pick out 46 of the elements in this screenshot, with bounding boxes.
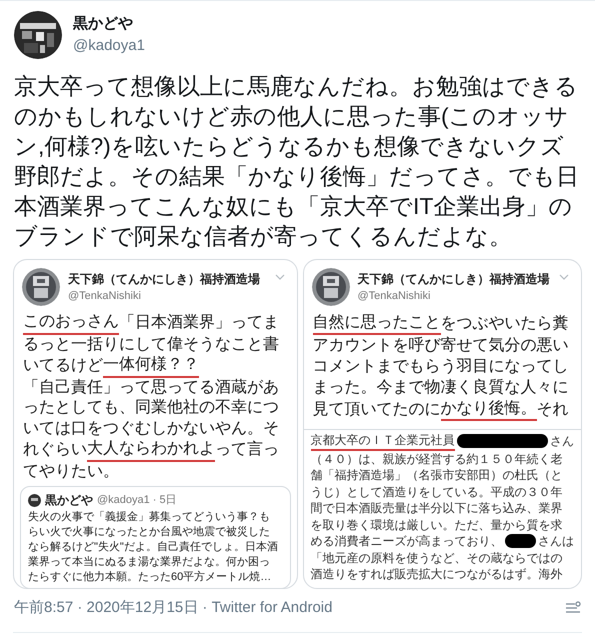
card-text: てやりたい。: [23, 462, 119, 482]
quote-meta: @kadoya1 · 5日: [97, 492, 177, 508]
card-text: コメントまでもらう羽目になってし: [312, 357, 568, 377]
card-text: を取り巻く環境は厳しい。ただ、量から質を求: [310, 516, 562, 533]
card-text: れぐらい: [23, 440, 87, 460]
card-text: める消費者ニーズが高まっており、: [310, 533, 502, 550]
card-text: 「自己責任」って思ってる酒蔵があ: [23, 378, 279, 398]
card-text: るっと一括りにして偉そうなこと書: [23, 334, 279, 354]
account-name: 天下錦（てんかにしき）福持酒造場: [358, 271, 550, 288]
card-text: それ: [536, 400, 568, 420]
card-text: 見て頂いてたのに: [312, 400, 440, 420]
card-text: をつぶやいたら糞: [440, 314, 568, 334]
card-text: （４０）は、親族が経営する約１５０年続く老: [310, 450, 562, 467]
tweet-meta: 午前8:57 · 2020年12月15日 · Twitter for Android: [14, 598, 332, 618]
author-name[interactable]: 黒かどや: [73, 12, 145, 35]
card-text: 酒造りをすれば販売拡大につながるはず。海外: [310, 566, 562, 582]
card-text: って言っ: [215, 440, 279, 460]
account-handle: @TenkaNishiki: [358, 289, 432, 304]
card-text: アカウントを呼び寄せて気分の悪い: [312, 336, 568, 356]
card-text: 間で日本酒販売量は半分以下に落ち込み、業界: [310, 500, 562, 516]
chevron-icon: [274, 274, 284, 280]
chevron-icon: [559, 274, 569, 280]
card-text: いてるけど: [23, 356, 103, 376]
card-text: 自然に思ったこと: [312, 312, 440, 335]
tweet-text: 京大卒って想像以上に馬鹿なんだね。お勉強はできるのかもしれないけど赤の他人に思った事(このオッサン,何様?)を呟いたらどうなるかも想像できないクズ野郎だよ。その結果「かなり後悔」だってさ。でも日本酒業界ってこんな奴にも「京大卒でIT企業出身」のブランドで阿呆な信者が寄ってくるんだよな。: [13, 72, 580, 251]
card-text: 舗「福持酒造場」（名張市安部田）の杜氏（と: [310, 467, 562, 484]
account-handle: @TenkaNishiki: [68, 289, 142, 304]
quote-author-name: 黒かどや: [45, 492, 93, 509]
card-text: まった。今まで物凄く良質な人々に: [312, 378, 568, 398]
card-text: うじ）として酒造りをしている。平成の３０年: [310, 484, 562, 500]
card-text: このおっさん: [23, 312, 119, 334]
card-text: いては口をつぐむしかないやん。そ: [23, 418, 279, 438]
card-text: 京都大卒のＩＴ企業元社員: [310, 432, 454, 450]
account-name: 天下錦（てんかにしき）福持酒造場: [68, 271, 261, 288]
card-text: さん: [550, 433, 574, 450]
stats-icon[interactable]: [565, 601, 581, 616]
card-text: ったとしても、同業他社の不幸につ: [23, 398, 279, 418]
card-text: 「地元産の原料を使うなど、その蔵ならではの: [310, 550, 562, 566]
quote-text: 失火の火事で「義援金」募集ってどういう事？も らい火で火事になったとか台風や地震で被災した なら解るけど"失火"だよ。自己責任でしょ。日本酒 業界って本当にぬるま湯な業界だよな。何か困っ たらすぐに他力本願。たった60平方メートル焼…: [28, 510, 279, 585]
card-text: 一体何様？？: [103, 355, 199, 378]
author-handle[interactable]: @kadoya1: [73, 35, 145, 58]
card-text: 大人ならわかれよ: [87, 439, 215, 462]
card-text: 「日本酒業界」ってま: [119, 313, 279, 333]
card-text: さんは: [538, 533, 574, 550]
redaction-mark: [504, 534, 536, 548]
card-text: かなり後悔。: [440, 398, 536, 421]
